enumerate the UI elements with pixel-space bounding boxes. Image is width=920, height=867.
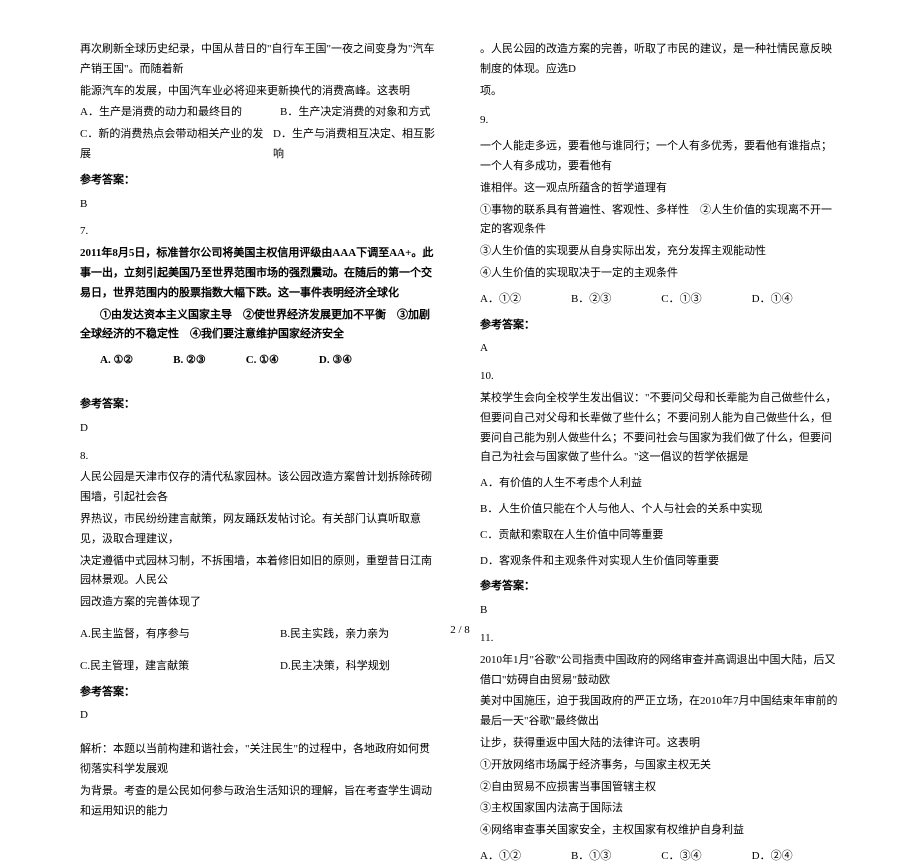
q9-circle1: ①事物的联系具有普遍性、客观性、多样性 ②人生价值的实现离不开一定的客观条件 <box>480 201 840 241</box>
q11-text3: 让步，获得重返中国大陆的法律许可。这表明 <box>480 734 840 754</box>
q11-number: 11. <box>480 629 840 649</box>
q7-answer-value: D <box>80 419 440 439</box>
q8-answer-header: 参考答案： <box>80 683 440 703</box>
q10-option-a: A．有价值的人生不考虑个人利益 <box>480 474 840 494</box>
q9-circle2: ③人生价值的实现要从自身实际出发，充分发挥主观能动性 <box>480 242 840 262</box>
q6-options-row1: A．生产是消费的动力和最终目的 B．生产决定消费的对象和方式 <box>80 103 440 123</box>
page-container: 再次刷新全球历史纪录，中国从昔日的"自行车王国"一夜之间变身为"汽车产销王国"。… <box>80 40 840 600</box>
question-9: 9. 一个人能走多远，要看他与谁同行；一个人有多优秀，要看他有谁指点；一个人有多… <box>480 111 840 359</box>
q9-answer-value: A <box>480 339 840 359</box>
q8-analysis1: 解析：本题以当前构建和谐社会，"关注民生"的过程中，各地政府如何贯彻落实科学发展… <box>80 740 440 780</box>
q11-options: A．①② B．①③ C．③④ D．②④ <box>480 847 840 867</box>
q9-option-b: B．②③ <box>571 290 611 310</box>
q8-text2: 界热议，市民纷纷建言献策，网友踊跃发帖讨论。有关部门认真听取意见，汲取合理建议， <box>80 510 440 550</box>
q8-options-row1: A.民主监督，有序参与 B.民主实践，亲力亲为 <box>80 625 440 645</box>
q8-option-c: C.民主管理，建言献策 <box>80 657 280 677</box>
q6-option-a: A．生产是消费的动力和最终目的 <box>80 103 280 123</box>
q8-cont1: 。人民公园的改造方案的完善，听取了市民的建议，是一种社情民意反映制度的体现。应选… <box>480 40 840 80</box>
q6-answer-header: 参考答案： <box>80 171 440 191</box>
question-7: 7. 2011年8月5日，标准普尔公司将美国主权信用评级由AAA下调至AA+。此… <box>80 222 440 438</box>
q10-option-b: B．人生价值只能在个人与他人、个人与社会的关系中实现 <box>480 500 840 520</box>
q10-answer-value: B <box>480 601 840 621</box>
q11-option-b: B．①③ <box>571 847 611 867</box>
q10-text: 某校学生会向全校学生发出倡议："不要问父母和长辈能为自己做些什么，但要问自己对父… <box>480 389 840 468</box>
q8-text3: 决定遵循中式园林习制，不拆围墙，本着修旧如旧的原则，重塑昔日江南园林景观。人民公 <box>80 552 440 592</box>
q6-option-d: D．生产与消费相互决定、相互影响 <box>273 125 440 165</box>
q9-text1: 一个人能走多远，要看他与谁同行；一个人有多优秀，要看他有谁指点；一个人有多成功，… <box>480 137 840 177</box>
q8-option-b: B.民主实践，亲力亲为 <box>280 625 389 645</box>
q10-option-d: D．客观条件和主观条件对实现人生价值同等重要 <box>480 552 840 572</box>
right-column: 。人民公园的改造方案的完善，听取了市民的建议，是一种社情民意反映制度的体现。应选… <box>480 40 840 600</box>
q8-analysis2: 为背景。考查的是公民如何参与政治生活知识的理解，旨在考查学生调动和运用知识的能力 <box>80 782 440 822</box>
q9-number: 9. <box>480 111 840 131</box>
q6-answer-value: B <box>80 195 440 215</box>
q7-text: 2011年8月5日，标准普尔公司将美国主权信用评级由AAA下调至AA+。此事一出… <box>80 244 440 303</box>
q8-options-row2: C.民主管理，建言献策 D.民主决策，科学规划 <box>80 657 440 677</box>
q7-option-d: D. ③④ <box>319 351 352 371</box>
q7-number: 7. <box>80 222 440 242</box>
q9-option-a: A．①② <box>480 290 521 310</box>
q11-text2: 美对中国施压，迫于我国政府的严正立场，在2010年7月中国结束年审前的最后一天"… <box>480 692 840 732</box>
q11-text1: 2010年1月"谷歌"公司指责中国政府的网络审查并高调退出中国大陆，后又借口"妨… <box>480 651 840 691</box>
q10-number: 10. <box>480 367 840 387</box>
q6-option-b: B．生产决定消费的对象和方式 <box>280 103 430 123</box>
q7-option-a: A. ①② <box>100 351 133 371</box>
q9-answer-header: 参考答案： <box>480 316 840 336</box>
q11-circle4: ④网络审查事关国家安全，主权国家有权维护自身利益 <box>480 821 840 841</box>
q8-text4: 园改造方案的完善体现了 <box>80 593 440 613</box>
q8-text1: 人民公园是天津市仅存的清代私家园林。该公园改造方案曾计划拆除砖砌围墙，引起社会各 <box>80 468 440 508</box>
q8-cont2: 项。 <box>480 82 840 102</box>
q10-answer-header: 参考答案： <box>480 577 840 597</box>
q7-circles: ①由发达资本主义国家主导 ②使世界经济发展更加不平衡 ③加剧全球经济的不稳定性 … <box>80 306 440 346</box>
q11-option-c: C．③④ <box>661 847 701 867</box>
q6-intro-line1: 再次刷新全球历史纪录，中国从昔日的"自行车王国"一夜之间变身为"汽车产销王国"。… <box>80 40 440 80</box>
q7-option-b: B. ②③ <box>173 351 206 371</box>
q9-text2: 谁相伴。这一观点所蕴含的哲学道理有 <box>480 179 840 199</box>
q8-number: 8. <box>80 447 440 467</box>
q11-circle2: ②自由贸易不应损害当事国管辖主权 <box>480 778 840 798</box>
q9-option-c: C．①③ <box>661 290 701 310</box>
question-10: 10. 某校学生会向全校学生发出倡议："不要问父母和长辈能为自己做些什么，但要问… <box>480 367 840 621</box>
q8-option-a: A.民主监督，有序参与 <box>80 625 280 645</box>
page-footer: 2 / 8 <box>450 624 470 636</box>
q10-option-c: C．贡献和索取在人生价值中同等重要 <box>480 526 840 546</box>
q7-option-c: C. ①④ <box>246 351 279 371</box>
q9-option-d: D．①④ <box>752 290 793 310</box>
q6-option-c: C．新的消费热点会带动相关产业的发展 <box>80 125 273 165</box>
q8-answer-value: D <box>80 706 440 726</box>
question-11: 11. 2010年1月"谷歌"公司指责中国政府的网络审查并高调退出中国大陆，后又… <box>480 629 840 867</box>
q6-intro-line2: 能源汽车的发展，中国汽车业必将迎来更新换代的消费高峰。这表明 <box>80 82 440 102</box>
q9-options: A．①② B．②③ C．①③ D．①④ <box>480 290 840 310</box>
q6-options-row2: C．新的消费热点会带动相关产业的发展 D．生产与消费相互决定、相互影响 <box>80 125 440 165</box>
q11-option-d: D．②④ <box>752 847 793 867</box>
q11-option-a: A．①② <box>480 847 521 867</box>
q8-option-d: D.民主决策，科学规划 <box>280 657 390 677</box>
q9-circle3: ④人生价值的实现取决于一定的主观条件 <box>480 264 840 284</box>
left-column: 再次刷新全球历史纪录，中国从昔日的"自行车王国"一夜之间变身为"汽车产销王国"。… <box>80 40 440 600</box>
q11-circle1: ①开放网络市场属于经济事务，与国家主权无关 <box>480 756 840 776</box>
q7-answer-header: 参考答案： <box>80 395 440 415</box>
q7-options: A. ①② B. ②③ C. ①④ D. ③④ <box>100 351 440 371</box>
question-8: 8. 人民公园是天津市仅存的清代私家园林。该公园改造方案曾计划拆除砖砌围墙，引起… <box>80 447 440 822</box>
q11-circle3: ③主权国家国内法高于国际法 <box>480 799 840 819</box>
